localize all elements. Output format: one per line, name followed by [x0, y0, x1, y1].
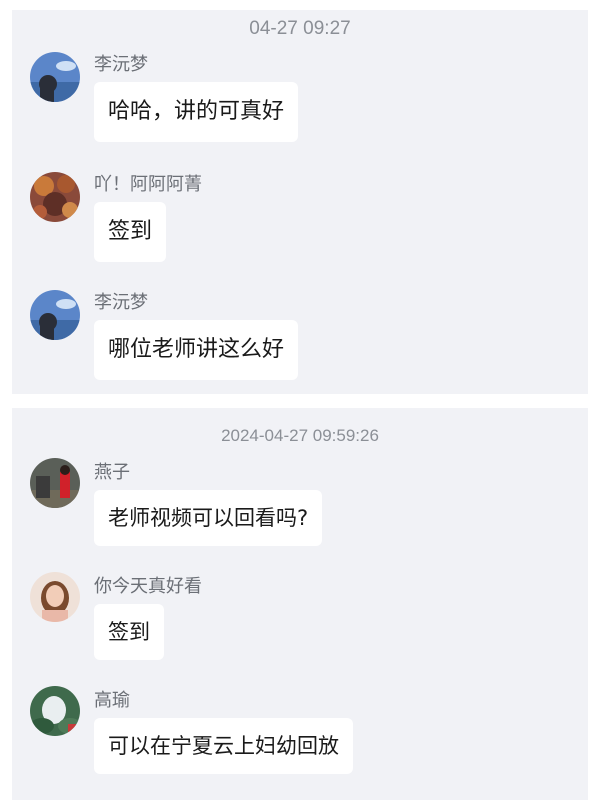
chat-panel-1: 04-27 09:27 李沅梦 哈哈，讲的可真好 吖！阿阿阿菁 签到 李沅梦 哪…	[12, 10, 588, 394]
message-bubble[interactable]: 可以在宁夏云上妇幼回放	[94, 718, 353, 774]
message-bubble[interactable]: 老师视频可以回看吗?	[94, 490, 323, 546]
sender-name: 高瑜	[94, 690, 130, 711]
avatar-image	[30, 172, 80, 222]
avatar[interactable]	[30, 172, 80, 222]
avatar[interactable]	[30, 290, 80, 340]
sender-name: 你今天真好看	[94, 576, 202, 597]
sender-name: 燕子	[94, 462, 130, 483]
avatar-image	[30, 290, 80, 340]
message-bubble[interactable]: 哪位老师讲这么好	[94, 320, 299, 380]
sender-name: 李沅梦	[94, 54, 148, 75]
avatar[interactable]	[30, 52, 80, 102]
avatar-image	[30, 458, 80, 508]
avatar-image	[30, 52, 80, 102]
timestamp: 2024-04-27 09:59:26	[221, 426, 379, 445]
message-bubble[interactable]: 哈哈，讲的可真好	[94, 82, 299, 142]
avatar[interactable]	[30, 458, 80, 508]
sender-name: 李沅梦	[94, 292, 148, 313]
message-bubble[interactable]: 签到	[94, 202, 167, 262]
timestamp: 04-27 09:27	[249, 18, 351, 39]
sender-name: 吖！阿阿阿菁	[94, 174, 202, 195]
avatar-image	[30, 572, 80, 622]
chat-panel-2: 2024-04-27 09:59:26 燕子 老师视频可以回看吗? 你今天真好看…	[12, 408, 588, 800]
avatar[interactable]	[30, 572, 80, 622]
avatar[interactable]	[30, 686, 80, 736]
avatar-image	[30, 686, 80, 736]
message-bubble[interactable]: 签到	[94, 604, 164, 660]
